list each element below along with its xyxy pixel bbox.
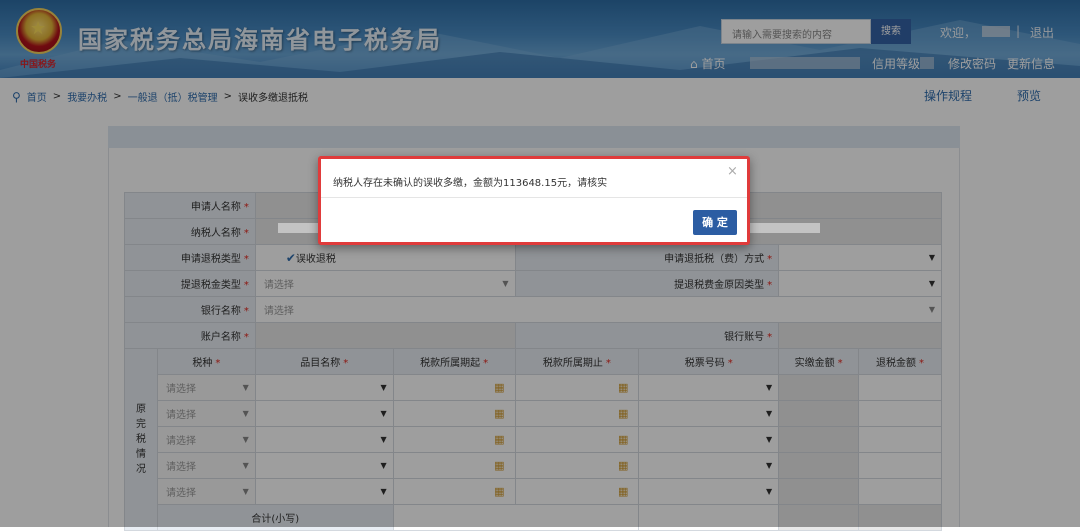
redacted-taxpayer-id: [750, 223, 820, 233]
redacted-taxpayer-name: [278, 223, 318, 233]
close-icon[interactable]: ×: [727, 164, 738, 179]
confirm-dialog: 纳税人存在未确认的误收多缴，金额为113648.15元，请核实 × 确 定: [318, 156, 750, 245]
dialog-divider: [321, 197, 747, 198]
modal-backdrop: [0, 0, 1080, 527]
dialog-message: 纳税人存在未确认的误收多缴，金额为113648.15元，请核实: [333, 178, 608, 189]
confirm-button[interactable]: 确 定: [693, 210, 737, 235]
